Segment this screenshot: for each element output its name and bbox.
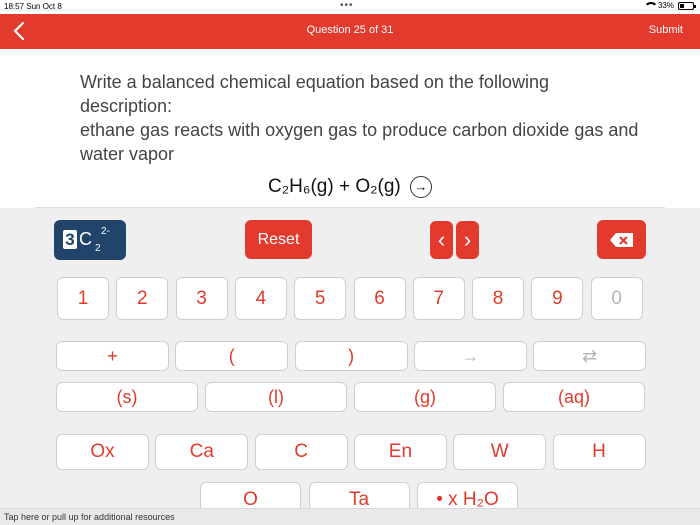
state-key-1[interactable]: (l) <box>205 382 347 412</box>
digit-key-0[interactable]: 1 <box>57 277 109 320</box>
operator-key-2[interactable]: ) <box>294 341 408 371</box>
chemistry-keyboard: 3 C 2 2- Reset ‹ › 1234567890 +() → ⇄ (s)(… <box>0 208 700 508</box>
cursor-right-button[interactable]: › <box>456 221 479 259</box>
status-time: 18:57 Sun Oct 8 <box>4 2 62 11</box>
battery-percent: 33% <box>657 1 674 10</box>
status-right: 33% <box>643 1 696 10</box>
element-key-1[interactable]: Ca <box>155 434 249 470</box>
element-key-partial-1[interactable]: Ta <box>308 482 410 508</box>
charge-formula-button[interactable]: 3 C 2 2- <box>54 220 126 260</box>
element-key-3[interactable]: En <box>353 434 447 470</box>
digit-key-5[interactable]: 6 <box>353 277 406 320</box>
equation-text: C₂H₆(g) + O₂(g) <box>267 176 401 197</box>
header-bar: Question 25 of 31 Submit <box>0 14 700 49</box>
status-bar: 18:57 Sun Oct 8 ••• 33% <box>0 0 700 14</box>
element-key-0[interactable]: Ox <box>56 434 149 470</box>
question-description: ethane gas reacts with oxygen gas to pro… <box>80 120 639 164</box>
digit-key-7[interactable]: 8 <box>472 277 525 320</box>
digit-key-3[interactable]: 4 <box>234 277 287 320</box>
element-key-partial-0[interactable]: O <box>200 482 301 508</box>
charge-superscript: 2- <box>101 226 110 237</box>
equation-display[interactable]: C₂H₆(g) + O₂(g) → <box>0 176 700 198</box>
reaction-arrow-icon[interactable]: → <box>410 176 432 198</box>
delete-button[interactable] <box>597 220 646 259</box>
question-text: Write a balanced chemical equation based… <box>80 70 640 166</box>
operator-key-3[interactable]: → <box>413 341 527 371</box>
state-key-0[interactable]: (s) <box>56 382 198 412</box>
digit-key-4[interactable]: 5 <box>294 277 347 320</box>
element-key-2[interactable]: C <box>254 434 348 470</box>
element-key-partial-2[interactable]: • x H₂O <box>417 482 518 508</box>
cursor-left-button[interactable]: ‹ <box>430 221 453 259</box>
operator-key-4[interactable]: ⇄ <box>533 341 647 371</box>
element-key-4[interactable]: W <box>453 434 547 470</box>
state-key-3[interactable]: (aq) <box>503 382 645 412</box>
wifi-icon <box>643 1 658 10</box>
resources-footer[interactable]: Tap here or pull up for additional resou… <box>0 508 700 525</box>
backspace-icon <box>609 232 633 247</box>
operator-key-0[interactable]: + <box>56 341 169 371</box>
digit-key-2[interactable]: 3 <box>175 277 228 320</box>
digit-key-9[interactable]: 0 <box>590 277 643 320</box>
submit-button[interactable]: Submit <box>649 24 683 36</box>
reset-button[interactable]: Reset <box>245 220 312 259</box>
question-counter: Question 25 of 31 <box>306 24 394 36</box>
state-key-2[interactable]: (g) <box>354 382 496 412</box>
battery-icon <box>678 1 696 10</box>
digit-key-1[interactable]: 2 <box>116 277 169 320</box>
multitask-dots[interactable]: ••• <box>340 0 354 11</box>
charge-subscript: 2 <box>95 243 101 254</box>
coefficient-box: 3 <box>63 230 77 249</box>
question-instruction: Write a balanced chemical equation based… <box>80 72 549 116</box>
operator-key-1[interactable]: ( <box>175 341 289 371</box>
charge-main: C <box>79 229 92 249</box>
digit-key-6[interactable]: 7 <box>412 277 465 320</box>
element-key-5[interactable]: H <box>552 434 646 470</box>
digit-key-8[interactable]: 9 <box>531 277 584 320</box>
